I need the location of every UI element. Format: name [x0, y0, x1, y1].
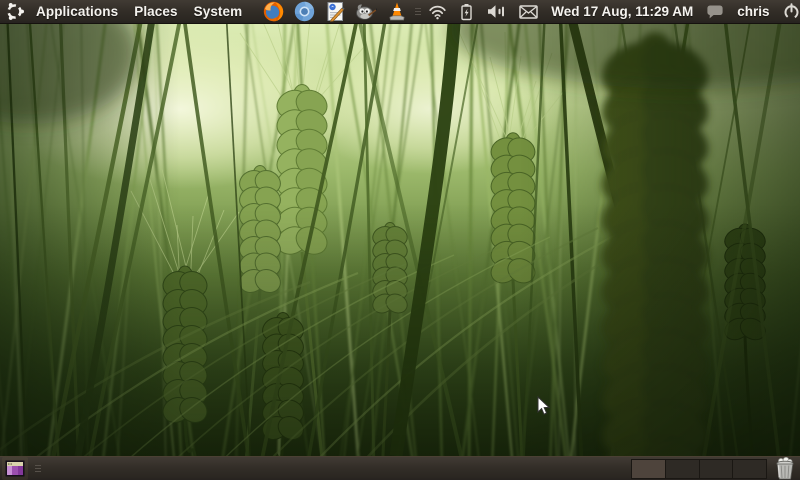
indicator-area: Wed 17 Aug, 11:29 AM chris	[428, 0, 800, 24]
chat-bubble-icon[interactable]	[706, 0, 724, 24]
workspace-cell-3[interactable]	[699, 459, 733, 478]
main-menus: Applications Places System	[28, 0, 250, 23]
show-desktop-button[interactable]	[2, 457, 28, 480]
firefox-icon[interactable]	[262, 1, 284, 23]
panel-launchers	[262, 1, 408, 23]
session-username[interactable]: chris	[737, 4, 769, 19]
menu-applications[interactable]: Applications	[28, 0, 126, 23]
battery-charging-icon[interactable]	[460, 0, 473, 24]
bottom-panel	[0, 456, 800, 480]
wallpaper-wheat-field	[0, 24, 800, 456]
workspace-cell-4[interactable]	[733, 459, 766, 478]
workspace-switcher	[631, 458, 767, 479]
workspace-cell-1[interactable]	[632, 459, 665, 478]
panel-grip-handle[interactable]	[415, 8, 422, 15]
openoffice-writer-icon[interactable]	[324, 1, 346, 23]
trash-full-icon[interactable]	[773, 457, 797, 480]
volume-icon[interactable]	[486, 0, 506, 24]
ubuntu-logo-icon	[5, 1, 24, 23]
workspace-cell-2[interactable]	[665, 459, 699, 478]
chromium-icon[interactable]	[293, 1, 315, 23]
window-list-area	[2, 457, 48, 480]
gimp-icon[interactable]	[355, 1, 378, 23]
top-panel: Applications Places System Wed 17 Aug, 1…	[0, 0, 800, 24]
desktop-screen: Applications Places System Wed 17 Aug, 1…	[0, 0, 800, 480]
bottom-right-applets	[631, 457, 800, 480]
mail-envelope-icon[interactable]	[519, 0, 538, 24]
vlc-icon[interactable]	[386, 1, 408, 23]
panel-clock[interactable]: Wed 17 Aug, 11:29 AM	[551, 4, 693, 19]
window-list-grip-handle[interactable]	[35, 465, 41, 472]
power-icon[interactable]	[783, 0, 800, 24]
desktop-surface[interactable]	[0, 24, 800, 456]
menu-system[interactable]: System	[186, 0, 251, 23]
wifi-icon[interactable]	[428, 0, 447, 24]
menu-places[interactable]: Places	[126, 0, 185, 23]
